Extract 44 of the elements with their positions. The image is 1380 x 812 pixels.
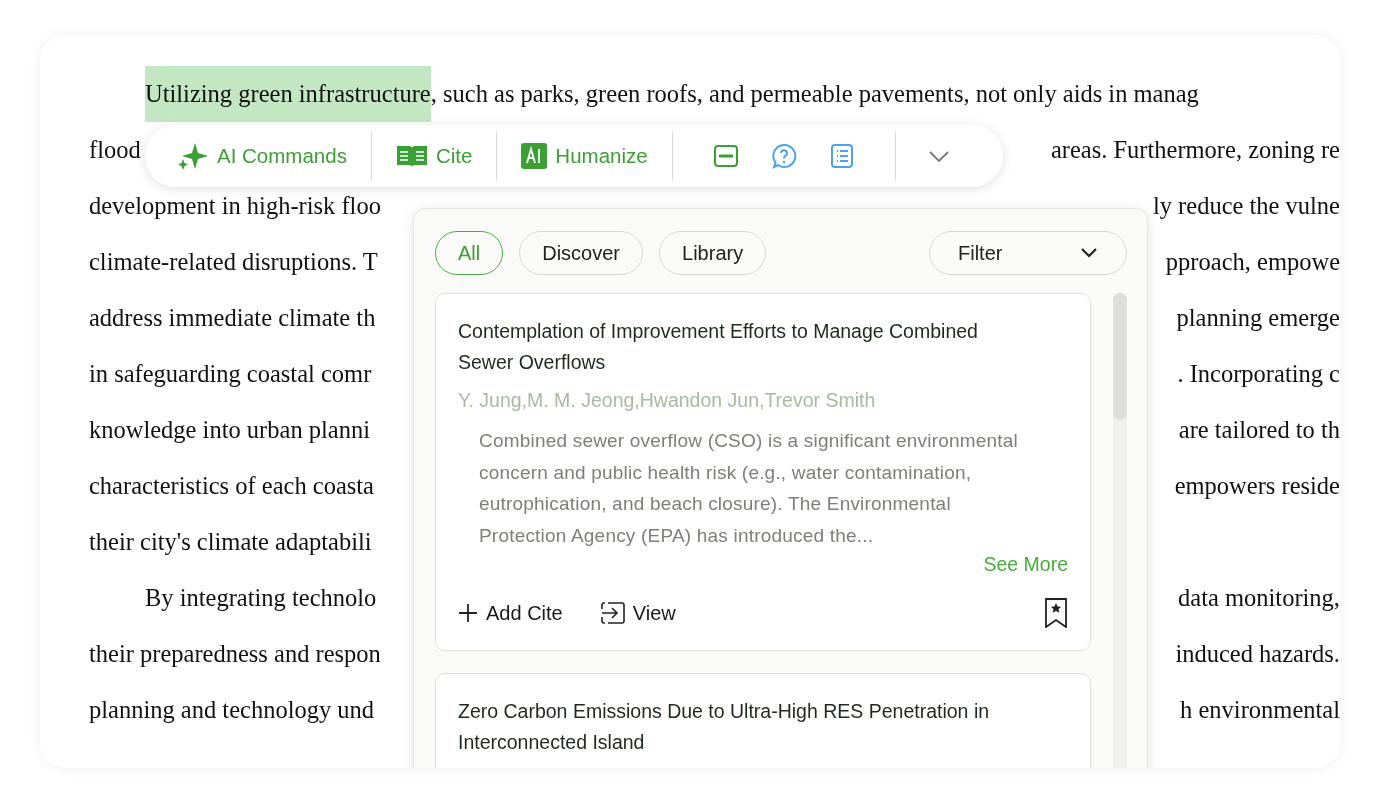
document-text: By integrating technolo [145, 583, 377, 613]
document-text: areas. Furthermore, zoning re [1050, 135, 1340, 165]
document-text: data monitoring, [1178, 583, 1340, 613]
document-text: empowers reside [1174, 471, 1340, 501]
filter-tab[interactable]: Discover [519, 231, 644, 275]
document-text: induced hazards. [1175, 639, 1340, 669]
plus-icon [458, 602, 478, 623]
chevron-down-icon [927, 149, 950, 163]
result-title[interactable]: Zero Carbon Emissions Due to Ultra-High RES Penetration in Interconnected Island [458, 695, 1068, 758]
bookmark-button[interactable] [1044, 597, 1068, 628]
toolbar-button[interactable]: Cite [395, 140, 473, 172]
document-text: development in high-risk floo [89, 191, 381, 221]
document-text: are tailored to th [1178, 415, 1340, 445]
document-text: their preparedness and respon [89, 639, 381, 669]
document-text: . Incorporating c [1177, 359, 1340, 389]
document-text: ly reduce the vulne [1152, 191, 1340, 221]
document-text: characteristics of each coasta [89, 471, 374, 501]
chevron-down-icon [1080, 247, 1098, 259]
document-text: Utilizing green infrastructure, such as parks, green roofs, and permeable pavements, not only aids in manag [145, 66, 1199, 122]
scrollbar-thumb[interactable] [1113, 293, 1127, 420]
ai-badge-icon [521, 143, 548, 169]
enter-icon [600, 601, 625, 624]
document-text: planning and technology und [89, 695, 375, 725]
book-icon [395, 144, 428, 168]
filter-dropdown[interactable]: Filter [929, 231, 1127, 275]
help-icon [770, 143, 797, 169]
document-text: planning emerge [1176, 303, 1340, 333]
document-text: pproach, empowe [1165, 247, 1340, 277]
document-text: h environmental [1180, 695, 1340, 725]
document-text: climate-related disruptions. T [89, 247, 378, 277]
bookmark-icon [1044, 597, 1068, 628]
result-authors: Y. Jung,M. M. Jeong,Hwandon Jun,Trevor Smith [458, 388, 877, 413]
filter-tab[interactable]: Library [659, 231, 767, 275]
card-icon [712, 143, 739, 169]
result-abstract: Combined sewer overflow (CSO) is a significant environmental concern and public health risk (e.g., water contamination, eutrophication, and beach closure). The Environmental Protection Agency (EPA) has introduced the... [478, 429, 1019, 548]
document-text: knowledge into urban planni [89, 415, 370, 445]
list-icon [828, 143, 855, 169]
result-title[interactable]: Contemplation of Improvement Efforts to Manage Combined Sewer Overflows [458, 316, 1068, 378]
document-text: in safeguarding coastal comr [89, 359, 372, 389]
document-text: flood [89, 135, 141, 165]
document-text: address immediate climate th [89, 303, 376, 333]
view-button[interactable]: View [600, 597, 676, 628]
document-text: their city's climate adaptabili [89, 527, 372, 557]
add-cite-button[interactable]: Add Cite [458, 597, 563, 628]
